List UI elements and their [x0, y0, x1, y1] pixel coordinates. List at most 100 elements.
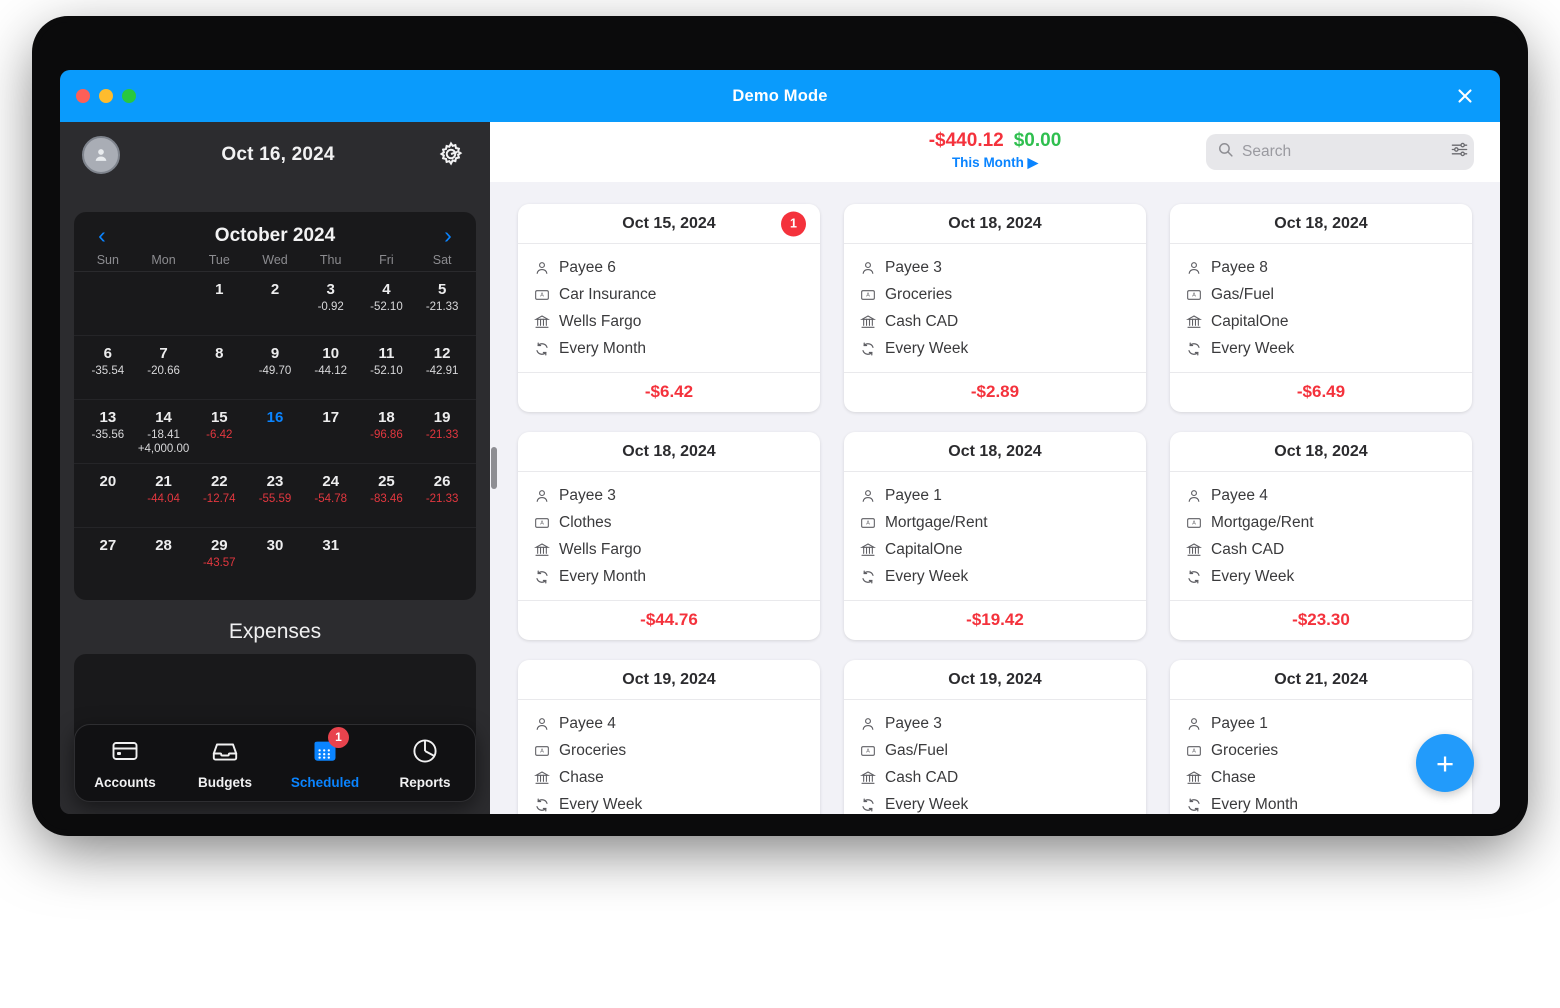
calendar-day-number: 28	[155, 537, 172, 554]
calendar-day-cell[interactable]: 26 -21.33	[414, 470, 470, 522]
calendar-empty-cell	[80, 278, 136, 330]
scheduled-transaction-card[interactable]: Oct 18, 2024 Payee 8 A Gas/Fuel CapitalOne Ev…	[1170, 204, 1472, 412]
calendar-day-cell[interactable]: 27	[80, 534, 136, 587]
bank-icon	[534, 314, 550, 330]
card-details: Payee 3 A Gas/Fuel Cash CAD Every Week	[844, 700, 1146, 814]
scheduled-transaction-card[interactable]: Oct 21, 2024 Payee 1 A Groceries Chase Every …	[1170, 660, 1472, 814]
calendar-day-cell[interactable]: 15 -6.42	[191, 406, 247, 458]
next-month-button[interactable]: ›	[438, 224, 458, 247]
svg-text:A: A	[1192, 748, 1196, 754]
person-icon	[860, 260, 876, 276]
card-category-row: A Groceries	[860, 281, 1130, 308]
tab-reports[interactable]: Reports	[375, 737, 475, 790]
svg-text:A: A	[866, 748, 870, 754]
calendar-empty-cell	[359, 534, 415, 587]
prev-month-button[interactable]: ‹	[92, 224, 112, 247]
category-icon: A	[1186, 287, 1202, 303]
calendar-day-number: 17	[322, 409, 340, 426]
card-payee: Payee 3	[885, 259, 942, 276]
calendar-day-cell[interactable]: 21 -44.04	[136, 470, 192, 522]
weekday-label: Thu	[319, 253, 342, 267]
calendar-day-cell[interactable]: 29 -43.57	[191, 534, 247, 587]
expenses-section-title: Expenses	[228, 620, 322, 643]
calendar-day-cell[interactable]: 1	[191, 278, 247, 330]
calendar-day-cell[interactable]: 19 -21.33	[414, 406, 470, 458]
calendar-day-cell[interactable]: 22 -12.74	[191, 470, 247, 522]
scheduled-transaction-card[interactable]: Oct 18, 2024 Payee 4 A Mortgage/Rent Cash CA…	[1170, 432, 1472, 640]
calendar-day-cell[interactable]: 4 -52.10	[359, 278, 415, 330]
calendar-day-cell[interactable]: 24 -54.78	[303, 470, 359, 522]
tab-accounts[interactable]: Accounts	[75, 737, 175, 790]
calendar-day-cell[interactable]: 9 -49.70	[247, 342, 303, 394]
calendar-day-cell[interactable]: 6 -35.54	[80, 342, 136, 394]
calendar-day-cell[interactable]: 13 -35.56	[80, 406, 136, 458]
calendar-day-cell[interactable]: 17	[303, 406, 359, 458]
card-payee: Payee 8	[1211, 259, 1268, 276]
scheduled-transaction-card[interactable]: Oct 18, 2024 Payee 1 A Mortgage/Rent Capital…	[844, 432, 1146, 640]
calendar-day-cell[interactable]: 20	[80, 470, 136, 522]
calendar-day-cell[interactable]: 14 -18.41 +4,000.00	[136, 406, 192, 458]
calendar-day-number: 29	[210, 537, 228, 554]
search-bar[interactable]	[1206, 134, 1474, 170]
repeat-icon	[534, 341, 550, 357]
repeat-icon	[534, 797, 550, 813]
bank-icon	[860, 770, 876, 786]
category-icon: A	[1186, 743, 1202, 759]
calendar-day-amount: -12.74	[202, 493, 236, 505]
calendar-day-cell[interactable]: 11 -52.10	[359, 342, 415, 394]
card-frequency-row: Every Week	[1186, 563, 1456, 590]
sliders-icon[interactable]	[1450, 140, 1469, 164]
main-panel: -$440.12 $0.00 This Month ▶ Search Oct 1…	[490, 122, 1500, 814]
bank-icon	[1186, 314, 1202, 330]
tab-scheduled[interactable]: Scheduled 1	[275, 726, 375, 790]
card-account: Cash CAD	[1211, 541, 1285, 558]
weekday-label: Wed	[262, 253, 288, 267]
calendar-day-cell[interactable]: 12 -42.91	[414, 342, 470, 394]
tab-budgets[interactable]: Budgets	[175, 737, 275, 790]
scheduled-transaction-card[interactable]: Oct 18, 2024 Payee 3 A Clothes Wells Fargo Ev…	[518, 432, 820, 640]
scheduled-transaction-card[interactable]: Oct 15, 2024 1 Payee 6 A Car Insurance Wells …	[518, 204, 820, 412]
close-window-button[interactable]	[76, 89, 90, 103]
card-details: Payee 4 A Mortgage/Rent Cash CAD Every Week	[1170, 472, 1472, 600]
card-frequency: Every Week	[885, 340, 969, 357]
scheduled-cards-scroll[interactable]: Oct 15, 2024 1 Payee 6 A Car Insurance Wells …	[490, 182, 1500, 814]
card-date: Oct 19, 2024	[844, 660, 1146, 700]
calendar-grid: 1 2 3 -0.92 4 -52.10 5 -21.33 6 -35.54 7 -20.66 8 9 -4…	[74, 271, 476, 592]
zoom-window-button[interactable]	[122, 89, 136, 103]
card-account-row: CapitalOne	[860, 536, 1130, 563]
calendar-day-cell[interactable]: 10 -44.12	[303, 342, 359, 394]
calendar-day-cell[interactable]: 5 -21.33	[414, 278, 470, 330]
weekday-label: Sun	[96, 253, 119, 267]
close-icon[interactable]	[1452, 83, 1478, 109]
calendar-day-cell[interactable]: 18 -96.86	[359, 406, 415, 458]
scheduled-transaction-card[interactable]: Oct 19, 2024 Payee 4 A Groceries Chase Every …	[518, 660, 820, 814]
search-input[interactable]	[1242, 143, 1442, 161]
card-payee: Payee 4	[559, 715, 616, 732]
avatar[interactable]	[82, 136, 120, 174]
card-account-row: Wells Fargo	[534, 308, 804, 335]
calendar-day-cell[interactable]: 7 -20.66	[136, 342, 192, 394]
calendar-day-cell[interactable]: 23 -55.59	[247, 470, 303, 522]
card-details: Payee 4 A Groceries Chase Every Week	[518, 700, 820, 814]
gear-icon[interactable]	[436, 139, 468, 171]
calendar-day-number: 9	[270, 345, 280, 362]
calendar-day-cell[interactable]: 28	[136, 534, 192, 587]
add-transaction-button[interactable]: +	[1416, 734, 1474, 792]
weekday-label: Sat	[432, 253, 452, 267]
calendar-day-amount: -52.10	[370, 365, 403, 377]
scheduled-transaction-card[interactable]: Oct 19, 2024 Payee 3 A Gas/Fuel Cash CAD Ever…	[844, 660, 1146, 814]
minimize-window-button[interactable]	[99, 89, 113, 103]
calendar-day-cell[interactable]: 31	[303, 534, 359, 587]
calendar-day-cell[interactable]: 8	[191, 342, 247, 394]
sidebar: Oct 16, 2024 ‹ October 2024 › Sun Mon Tu…	[60, 122, 490, 814]
scheduled-transaction-card[interactable]: Oct 18, 2024 Payee 3 A Groceries Cash CAD Eve…	[844, 204, 1146, 412]
calendar-day-cell[interactable]: 3 -0.92	[303, 278, 359, 330]
calendar-day-amount: -21.33	[425, 493, 459, 505]
calendar-day-cell[interactable]: 25 -83.46	[359, 470, 415, 522]
calendar-day-number: 25	[378, 473, 395, 490]
calendar-day-cell[interactable]: 30	[247, 534, 303, 587]
card-category: Mortgage/Rent	[885, 514, 988, 531]
panel-resize-handle[interactable]	[491, 447, 497, 489]
calendar-day-cell[interactable]: 2	[247, 278, 303, 330]
calendar-day-cell[interactable]: 16	[247, 406, 303, 458]
